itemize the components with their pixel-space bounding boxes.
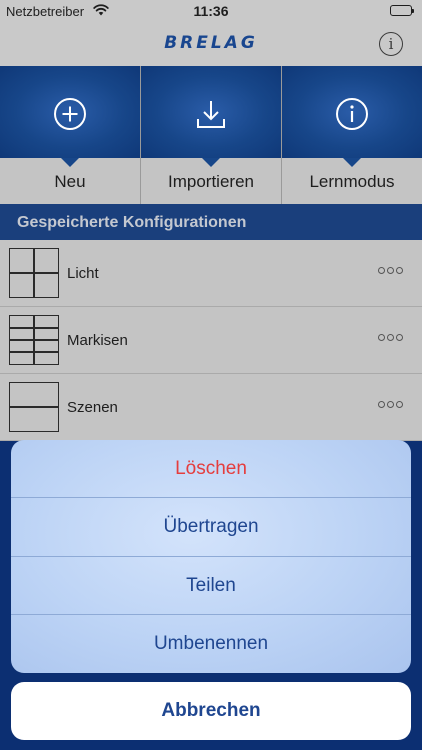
clock: 11:36 <box>193 3 229 19</box>
action-label-new: Neu <box>54 172 86 191</box>
new-configuration-button[interactable]: Neu <box>0 66 141 204</box>
info-circle-icon <box>335 97 369 131</box>
section-header: Gespeicherte Konfigurationen <box>0 204 422 240</box>
download-icon <box>194 97 228 131</box>
configuration-name: Szenen <box>67 399 118 416</box>
grid-layout-icon <box>9 315 59 365</box>
list-item[interactable]: Markisen <box>0 307 422 374</box>
share-button[interactable]: Teilen <box>11 557 411 615</box>
rename-button[interactable]: Umbenennen <box>11 615 411 673</box>
action-sheet: Löschen Übertragen Teilen Umbenennen <box>11 440 411 673</box>
cancel-button[interactable]: Abbrechen <box>11 682 411 740</box>
learn-mode-button[interactable]: Lernmodus <box>282 66 422 204</box>
tile-pointer <box>202 158 220 167</box>
grid-layout-icon <box>9 248 59 298</box>
action-bar: Neu Importieren Lernmodus <box>0 66 422 204</box>
configuration-list: Licht Markisen Szenen <box>0 240 422 441</box>
list-item[interactable]: Licht <box>0 240 422 307</box>
brand-logo: BRELAG <box>164 33 258 53</box>
transfer-button[interactable]: Übertragen <box>11 498 411 557</box>
battery-icon <box>390 5 414 16</box>
action-label-learn-mode: Lernmodus <box>309 172 395 191</box>
configuration-name: Licht <box>67 265 99 282</box>
delete-button[interactable]: Löschen <box>11 440 411 499</box>
grid-layout-icon <box>9 382 59 432</box>
list-item[interactable]: Szenen <box>0 374 422 441</box>
more-options-icon[interactable] <box>378 401 403 408</box>
more-options-icon[interactable] <box>378 267 403 274</box>
tile-pointer <box>61 158 79 167</box>
configuration-name: Markisen <box>67 332 128 349</box>
more-options-icon[interactable] <box>378 334 403 341</box>
import-button[interactable]: Importieren <box>141 66 282 204</box>
action-label-import: Importieren <box>168 172 254 191</box>
tile-pointer <box>343 158 361 167</box>
info-button[interactable]: i <box>379 32 403 56</box>
status-bar: Netzbetreiber 11:36 <box>0 0 422 22</box>
plus-circle-icon <box>53 97 87 131</box>
navigation-bar: BRELAG i <box>0 22 422 66</box>
